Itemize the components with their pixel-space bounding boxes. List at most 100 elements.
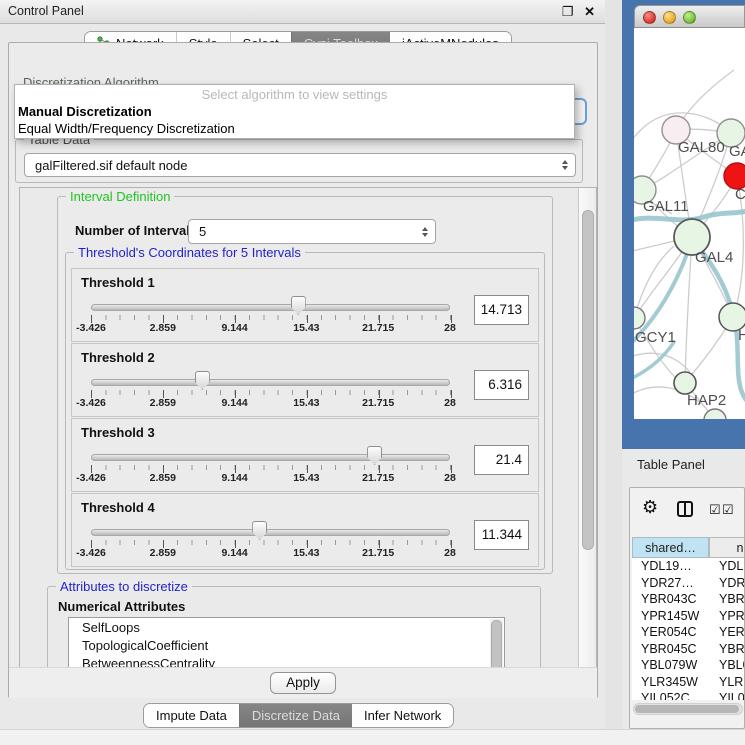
node-label-h: H	[738, 327, 745, 344]
node-label-hap2: HAP2	[687, 392, 726, 409]
table-cell[interactable]: YPR1	[709, 608, 745, 625]
threshold-2-slider-thumb[interactable]	[195, 371, 210, 390]
scrollbar-thumb[interactable]	[635, 705, 739, 713]
dropdown-item-manual-discretization[interactable]: Manual Discretization	[18, 104, 152, 119]
table-row[interactable]: YIL052CYIL0	[632, 690, 745, 700]
threshold-4-value-field[interactable]: 11.344	[474, 520, 529, 550]
tick-label: 2.859	[150, 322, 176, 334]
control-panel-window: Control Panel ❐ ✕ Network Style	[0, 0, 605, 745]
threshold-1-slider-track[interactable]	[91, 304, 450, 311]
checkbox-icon[interactable]: ☑	[709, 502, 721, 518]
bottom-tab-bar: Impute Data Discretize Data Infer Networ…	[143, 703, 454, 728]
network-view-canvas[interactable]: GAL80 GA C GAL11 GAL4 GCY1 H HAP2	[634, 28, 745, 419]
table-row[interactable]: YBL079WYBL0	[632, 657, 745, 674]
node-label-gal80: GAL80	[678, 139, 725, 156]
threshold-2-slider-track[interactable]	[91, 379, 450, 386]
table-data-group: Table Data galFiltered.sif default node	[15, 139, 583, 183]
threshold-3-slider-thumb[interactable]	[367, 446, 382, 465]
table-cell[interactable]: YIL052C	[632, 690, 709, 700]
attribute-list-item[interactable]: BetweennessCentrality	[69, 654, 504, 668]
table-row[interactable]: YLR345WYLR3	[632, 674, 745, 691]
maximize-traffic-light-icon[interactable]	[683, 11, 696, 24]
tab-impute-data[interactable]: Impute Data	[144, 704, 239, 727]
table-cell[interactable]: YDR2	[709, 575, 745, 592]
threshold-3-slider-track[interactable]	[91, 454, 450, 461]
dropdown-prompt-item[interactable]: Select algorithm to view settings	[15, 87, 574, 102]
node-label-c: C	[735, 186, 745, 203]
threshold-1-label: Threshold 1	[81, 275, 155, 290]
table-cell[interactable]: YBR045C	[632, 641, 709, 658]
table-cell[interactable]: YBR043C	[632, 591, 709, 608]
table-cell[interactable]: YBL079W	[632, 657, 709, 674]
threshold-1-slider-thumb[interactable]	[291, 296, 306, 315]
table-row[interactable]: YDR27…YDR2	[632, 575, 745, 592]
tick-label: 15.43	[293, 547, 319, 559]
table-rows[interactable]: YDL19…YDL1YDR27…YDR2YBR043CYBR0YPR145WYP…	[632, 558, 745, 700]
threshold-1-box: Threshold 1 -3.4262.8599.14415.4321.7152…	[71, 268, 539, 342]
scrollbar-thumb[interactable]	[491, 620, 502, 668]
tab-infer-network[interactable]: Infer Network	[352, 704, 453, 727]
table-cell[interactable]: YIL0	[709, 690, 745, 700]
table-cell[interactable]: YLR345W	[632, 674, 709, 691]
attribute-list-item[interactable]: TopologicalCoefficient	[69, 636, 504, 654]
table-cell[interactable]: YPR145W	[632, 608, 709, 625]
combo-arrows-icon	[422, 227, 428, 237]
tick-label: -3.426	[76, 472, 106, 484]
table-row[interactable]: YER054CYER0	[632, 624, 745, 641]
apply-strip: Apply	[9, 667, 597, 698]
node-gcy1[interactable]	[634, 307, 645, 329]
table-cell[interactable]: YER0	[709, 624, 745, 641]
apply-button[interactable]: Apply	[270, 672, 336, 694]
scrollbar-thumb[interactable]	[582, 210, 594, 550]
float-window-icon[interactable]: ❐	[562, 4, 574, 19]
table-horizontal-scrollbar[interactable]	[633, 703, 743, 715]
threshold-4-slider-track[interactable]	[91, 529, 450, 536]
numerical-attributes-list[interactable]: SelfLoopsTopologicalCoefficientBetweenne…	[68, 617, 505, 668]
tick-label: 21.715	[362, 397, 394, 409]
close-traffic-light-icon[interactable]	[643, 11, 656, 24]
table-row[interactable]: YBR045CYBR0	[632, 641, 745, 658]
table-panel: Table Panel ⚙ ☑ ☑ shared… n YDL19…YDL1YD…	[622, 449, 745, 729]
column-header-shared-name[interactable]: shared…	[632, 537, 709, 558]
table-cell[interactable]: YDL1	[709, 558, 745, 575]
tick-label: -3.426	[76, 397, 106, 409]
network-nodes[interactable]	[634, 116, 745, 419]
settings-vertical-scrollbar[interactable]	[578, 188, 596, 667]
threshold-3-value-field[interactable]: 21.4	[474, 445, 529, 475]
network-window-titlebar[interactable]	[634, 5, 745, 28]
number-of-intervals-combobox[interactable]: 5	[188, 219, 436, 244]
threshold-2-box: Threshold 2 -3.4262.8599.14415.4321.7152…	[71, 343, 539, 417]
attribute-list-scrollbar[interactable]	[490, 619, 503, 668]
table-data-combobox[interactable]: galFiltered.sif default node	[24, 153, 576, 177]
dropdown-item-equal-width-frequency[interactable]: Equal Width/Frequency Discretization	[18, 121, 235, 136]
node-hap2[interactable]	[674, 372, 696, 394]
gear-icon[interactable]: ⚙	[642, 497, 658, 518]
table-row[interactable]: YDL19…YDL1	[632, 558, 745, 575]
tick-label: 28	[444, 397, 456, 409]
close-window-icon[interactable]: ✕	[584, 4, 595, 19]
table-cell[interactable]: YER054C	[632, 624, 709, 641]
threshold-1-value-field[interactable]: 14.713	[474, 295, 529, 325]
minimize-traffic-light-icon[interactable]	[663, 11, 676, 24]
tick-label: 21.715	[362, 322, 394, 334]
table-cell[interactable]: YBR0	[709, 591, 745, 608]
table-cell[interactable]: YDL19…	[632, 558, 709, 575]
control-panel-title: Control Panel	[8, 0, 84, 23]
tick-label: 9.144	[221, 322, 247, 334]
checkbox-icon[interactable]: ☑	[722, 502, 734, 518]
table-row[interactable]: YPR145WYPR1	[632, 608, 745, 625]
network-graph: GAL80 GA C GAL11 GAL4 GCY1 H HAP2	[634, 28, 745, 419]
attribute-list-item[interactable]: SelfLoops	[69, 618, 504, 636]
columns-icon[interactable]	[677, 501, 693, 517]
tab-discretize-data[interactable]: Discretize Data	[239, 704, 352, 727]
threshold-4-slider-thumb[interactable]	[252, 521, 267, 540]
node-table-subpanel: ⚙ ☑ ☑ shared… n YDL19…YDL1YDR27…YDR2YBR0…	[629, 487, 745, 729]
table-cell[interactable]: YDR27…	[632, 575, 709, 592]
table-cell[interactable]: YBL0	[709, 657, 745, 674]
tick-label: -3.426	[76, 547, 106, 559]
table-row[interactable]: YBR043CYBR0	[632, 591, 745, 608]
table-cell[interactable]: YLR3	[709, 674, 745, 691]
threshold-2-value-field[interactable]: 6.316	[474, 370, 529, 400]
table-cell[interactable]: YBR0	[709, 641, 745, 658]
column-header-name[interactable]: n	[709, 537, 745, 558]
